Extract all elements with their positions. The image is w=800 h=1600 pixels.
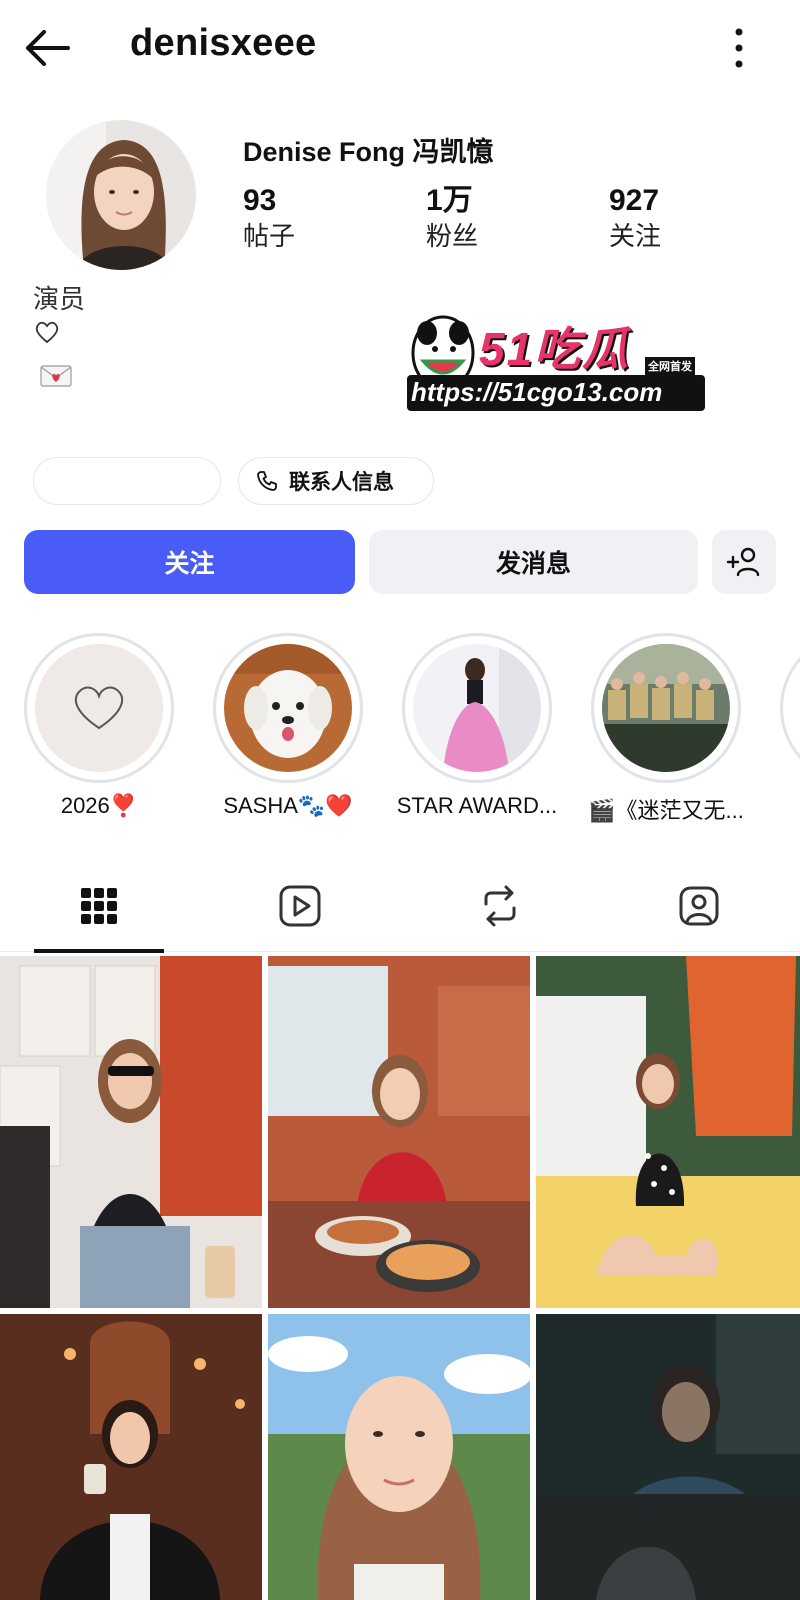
- highlight-caption: 🎬《迷茫又无...: [588, 798, 744, 823]
- highlight-item[interactable]: STAR AWARD...: [397, 633, 557, 818]
- link-chip[interactable]: [33, 457, 221, 505]
- stat-posts[interactable]: 93 帖子: [243, 184, 383, 254]
- watermark-tag: 全网首发: [645, 357, 695, 375]
- back-arrow-icon[interactable]: [22, 24, 74, 72]
- profile-username: denisxeee: [130, 22, 317, 64]
- dog-photo: [224, 644, 352, 772]
- heart-outline-icon: [35, 321, 59, 344]
- tab-reposts[interactable]: [435, 860, 565, 952]
- phone-icon: [257, 471, 277, 491]
- highlight-caption: 2026❣️: [60, 793, 138, 818]
- love-letter-icon: [40, 365, 72, 387]
- tagged-icon: [679, 886, 719, 926]
- watermark-logo: 51吃瓜 全网首发 https://51cgo13.com: [397, 305, 713, 425]
- stat-following-label: 关注: [609, 221, 662, 251]
- highlight-item[interactable]: 2026❣️: [24, 633, 174, 818]
- stat-posts-label: 帖子: [243, 221, 296, 251]
- stat-followers-label: 粉丝: [426, 221, 479, 251]
- tab-tagged[interactable]: [634, 860, 764, 952]
- display-name: Denise Fong 冯凯憶: [243, 137, 494, 167]
- contact-info-button[interactable]: 联系人信息: [238, 457, 434, 505]
- post-thumbnail[interactable]: [268, 956, 530, 1308]
- tab-posts[interactable]: [34, 860, 164, 953]
- posts-grid: [0, 956, 800, 1600]
- post-thumbnail[interactable]: [268, 1314, 530, 1600]
- highlight-item[interactable]: SASHA🐾❤️: [213, 633, 363, 818]
- highlight-item[interactable]: 🎬《迷茫又无...: [588, 633, 744, 823]
- reels-icon: [279, 885, 321, 927]
- profile-tabs: [0, 860, 800, 953]
- gown-photo: [413, 644, 541, 772]
- group-photo: [602, 644, 730, 772]
- grid-icon: [81, 888, 117, 924]
- post-thumbnail[interactable]: [536, 956, 800, 1308]
- heart-sketch-icon: [74, 686, 124, 730]
- add-user-button[interactable]: [712, 530, 776, 594]
- follow-button[interactable]: 关注: [24, 530, 355, 594]
- more-options-icon[interactable]: [728, 26, 750, 70]
- watermark-url: https://51cgo13.com: [411, 377, 663, 407]
- tab-reels[interactable]: [235, 860, 365, 952]
- post-thumbnail[interactable]: [536, 1314, 800, 1600]
- stat-followers[interactable]: 1万 粉丝: [426, 184, 566, 254]
- highlight-caption: SASHA🐾❤️: [223, 793, 353, 818]
- watermark-brand: 51吃瓜: [479, 323, 631, 375]
- top-bar: denisxeee: [0, 0, 800, 96]
- highlight-item-partial[interactable]: [780, 633, 800, 783]
- highlight-caption: STAR AWARD...: [396, 793, 558, 818]
- avatar[interactable]: [46, 120, 196, 270]
- stat-posts-value: 93: [243, 184, 277, 217]
- post-thumbnail[interactable]: [0, 1314, 262, 1600]
- post-thumbnail[interactable]: [0, 956, 262, 1308]
- stat-following[interactable]: 927 关注: [609, 184, 749, 254]
- bio-text: 演员: [33, 284, 86, 314]
- stat-followers-value: 1万: [426, 184, 473, 217]
- message-button[interactable]: 发消息: [369, 530, 698, 594]
- reposts-icon: [484, 885, 516, 927]
- contact-info-label: 联系人信息: [289, 471, 394, 494]
- add-person-icon: [726, 547, 760, 577]
- stat-following-value: 927: [609, 184, 660, 217]
